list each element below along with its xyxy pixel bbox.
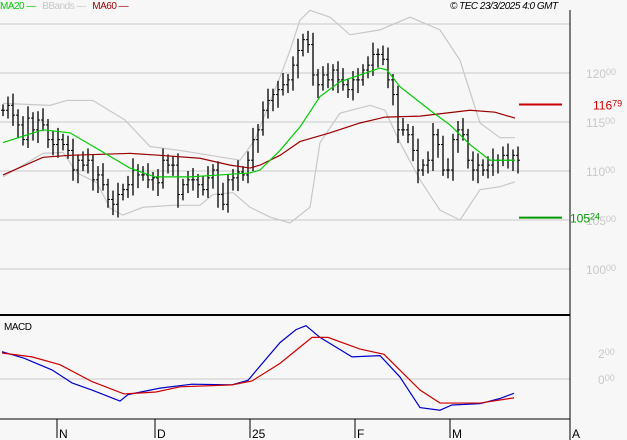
x-axis-label: N (59, 427, 68, 440)
price-axis-label: 12000 (586, 67, 616, 81)
signal-line (1, 336, 515, 404)
x-axis-label: D (157, 427, 166, 440)
x-axis-label: 25 (252, 427, 266, 440)
price-axis-label: 11000 (586, 165, 615, 179)
chart-root: MA20 — BBands — MA60 — © TEC 23/3/2025 4… (0, 0, 627, 440)
macd-line (1, 325, 515, 411)
x-axis-label: A (572, 427, 580, 440)
price-axis-label: 10000 (586, 263, 616, 277)
macd-axis-label: 200 (598, 347, 615, 361)
chart-svg: 1200011500110001050010000200000116791052… (0, 9, 622, 440)
macd-axis-label: 000 (598, 373, 615, 387)
x-axis-label: F (357, 427, 364, 440)
x-axis-label: M (452, 427, 462, 440)
resistance-label: 11679 (593, 98, 622, 112)
price-axis-label: 11500 (586, 116, 615, 130)
bband-lower-line (2, 104, 516, 224)
